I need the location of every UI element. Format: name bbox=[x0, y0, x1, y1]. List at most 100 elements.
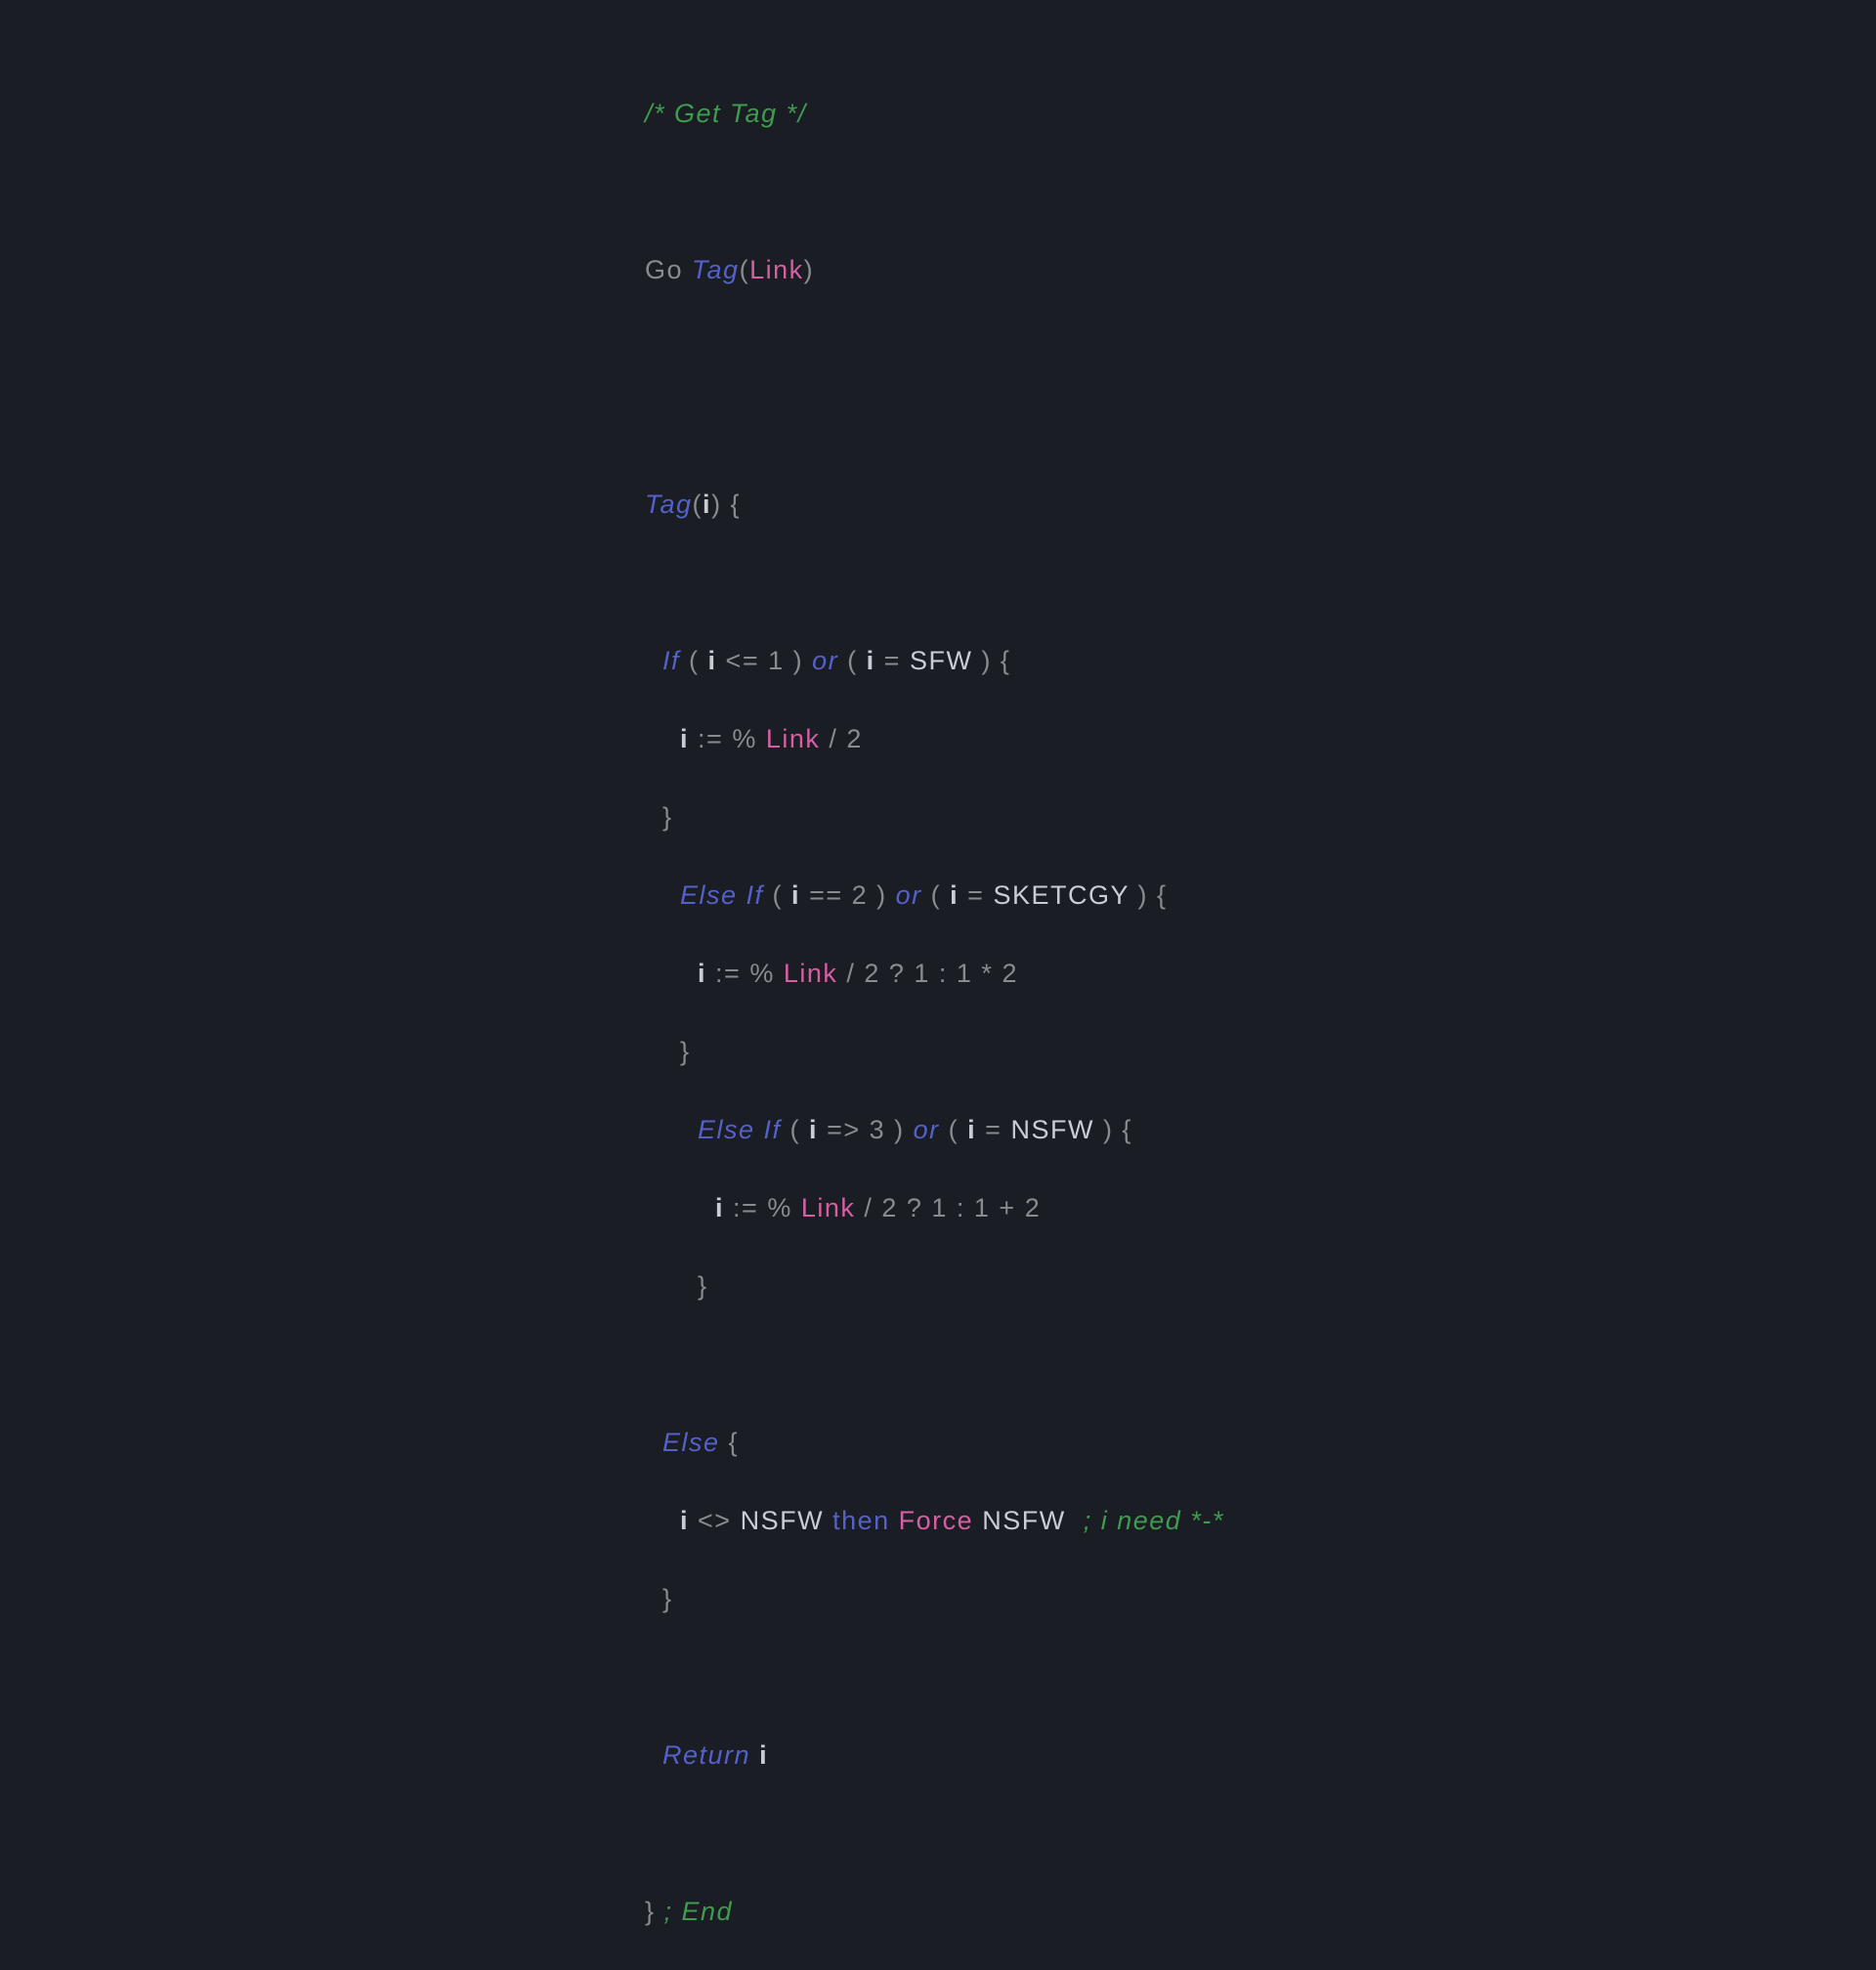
pad bbox=[645, 802, 662, 832]
brace: } bbox=[662, 1584, 673, 1613]
func-tag: Tag bbox=[692, 255, 740, 284]
keyword-elseif: Else If bbox=[698, 1115, 782, 1144]
ident-nsfw: NSFW bbox=[741, 1506, 833, 1535]
pct: % bbox=[767, 1193, 801, 1222]
comment-text: /* Get Tag */ bbox=[645, 99, 807, 128]
code-line: } bbox=[645, 797, 1224, 836]
code-block: /* Get Tag */ Go Tag(Link) Tag(i) { If (… bbox=[645, 55, 1224, 1970]
blank-line bbox=[645, 1814, 1224, 1853]
paren: ) bbox=[785, 646, 813, 675]
var-i: i bbox=[759, 1740, 768, 1770]
pct: % bbox=[732, 724, 766, 753]
var-i: i bbox=[708, 646, 717, 675]
pad bbox=[645, 1506, 680, 1535]
func-tag: Tag bbox=[645, 490, 693, 519]
var-i: i bbox=[791, 880, 800, 910]
code-line: Else If ( i == 2 ) or ( i = SKETCGY ) { bbox=[645, 876, 1224, 915]
pad bbox=[645, 1584, 662, 1613]
ident-nsfw: NSFW bbox=[1010, 1115, 1093, 1144]
code-line: } ; End bbox=[645, 1892, 1224, 1931]
brace: } bbox=[680, 1037, 691, 1066]
ident-sfw: SFW bbox=[910, 646, 973, 675]
num: 1 bbox=[768, 646, 785, 675]
op: = bbox=[959, 880, 993, 910]
paren: ) bbox=[868, 880, 896, 910]
brace: } bbox=[698, 1271, 708, 1301]
keyword-return: Return bbox=[662, 1740, 750, 1770]
code-line: } bbox=[645, 1579, 1224, 1618]
pad bbox=[645, 724, 680, 753]
op: <> bbox=[689, 1506, 741, 1535]
brace: ) { bbox=[1094, 1115, 1132, 1144]
ident-force: Force bbox=[899, 1506, 974, 1535]
keyword-or: or bbox=[914, 1115, 940, 1144]
brace: } bbox=[662, 802, 673, 832]
blank-line bbox=[645, 1657, 1224, 1696]
pad bbox=[645, 1271, 698, 1301]
ident-link: Link bbox=[766, 724, 821, 753]
pad bbox=[645, 880, 680, 910]
var-i: i bbox=[809, 1115, 818, 1144]
comment-text: ; i need *-* bbox=[1084, 1506, 1224, 1535]
paren: ( bbox=[922, 880, 951, 910]
paren: ) bbox=[885, 1115, 914, 1144]
keyword-or: or bbox=[812, 646, 838, 675]
paren: ( bbox=[740, 255, 750, 284]
keyword-go: Go bbox=[645, 255, 692, 284]
keyword-then: then bbox=[832, 1506, 890, 1535]
keyword-else: Else bbox=[662, 1428, 720, 1457]
keyword-elseif: Else If bbox=[680, 880, 764, 910]
var-i: i bbox=[867, 646, 875, 675]
code-line: Return i bbox=[645, 1735, 1224, 1775]
code-line: Else { bbox=[645, 1423, 1224, 1462]
blank-line bbox=[645, 172, 1224, 211]
code-line: Else If ( i => 3 ) or ( i = NSFW ) { bbox=[645, 1110, 1224, 1149]
paren: ) bbox=[804, 255, 815, 284]
op: := bbox=[706, 959, 749, 988]
code-line: i := % Link / 2 ? 1 : 1 + 2 bbox=[645, 1188, 1224, 1227]
brace: { bbox=[720, 1428, 740, 1457]
ident-link: Link bbox=[801, 1193, 856, 1222]
pct: % bbox=[749, 959, 784, 988]
keyword-if: If bbox=[662, 646, 680, 675]
code-line: Go Tag(Link) bbox=[645, 250, 1224, 289]
blank-line bbox=[645, 563, 1224, 602]
rest: / 2 bbox=[820, 724, 863, 753]
code-line: } bbox=[645, 1266, 1224, 1306]
pad bbox=[645, 1037, 680, 1066]
paren: ( bbox=[838, 646, 867, 675]
rest: / 2 ? 1 : 1 + 2 bbox=[855, 1193, 1041, 1222]
rest: ) { bbox=[711, 490, 741, 519]
op: = bbox=[875, 646, 910, 675]
num: 2 bbox=[852, 880, 869, 910]
pad bbox=[645, 646, 662, 675]
paren: ( bbox=[693, 490, 704, 519]
code-line: Tag(i) { bbox=[645, 485, 1224, 524]
blank-line bbox=[645, 328, 1224, 367]
code-line: i := % Link / 2 bbox=[645, 719, 1224, 758]
var-i: i bbox=[703, 490, 711, 519]
space bbox=[973, 1506, 982, 1535]
var-i: i bbox=[698, 959, 706, 988]
comment-text: ; End bbox=[664, 1897, 734, 1926]
blank-line bbox=[645, 407, 1224, 446]
code-line: If ( i <= 1 ) or ( i = SFW ) { bbox=[645, 641, 1224, 680]
op: = bbox=[976, 1115, 1010, 1144]
op: => bbox=[818, 1115, 870, 1144]
num: 3 bbox=[870, 1115, 886, 1144]
paren: ( bbox=[680, 646, 708, 675]
code-line: i := % Link / 2 ? 1 : 1 * 2 bbox=[645, 954, 1224, 993]
brace: ) { bbox=[972, 646, 1010, 675]
var-i: i bbox=[715, 1193, 724, 1222]
space bbox=[750, 1740, 759, 1770]
brace: } bbox=[645, 1897, 664, 1926]
var-i: i bbox=[680, 724, 689, 753]
code-line: /* Get Tag */ bbox=[645, 94, 1224, 133]
paren: ( bbox=[940, 1115, 968, 1144]
var-i: i bbox=[967, 1115, 976, 1144]
pad bbox=[645, 1740, 662, 1770]
paren: ( bbox=[782, 1115, 810, 1144]
rest: / 2 ? 1 : 1 * 2 bbox=[837, 959, 1018, 988]
pad bbox=[645, 1115, 698, 1144]
brace: ) { bbox=[1130, 880, 1168, 910]
